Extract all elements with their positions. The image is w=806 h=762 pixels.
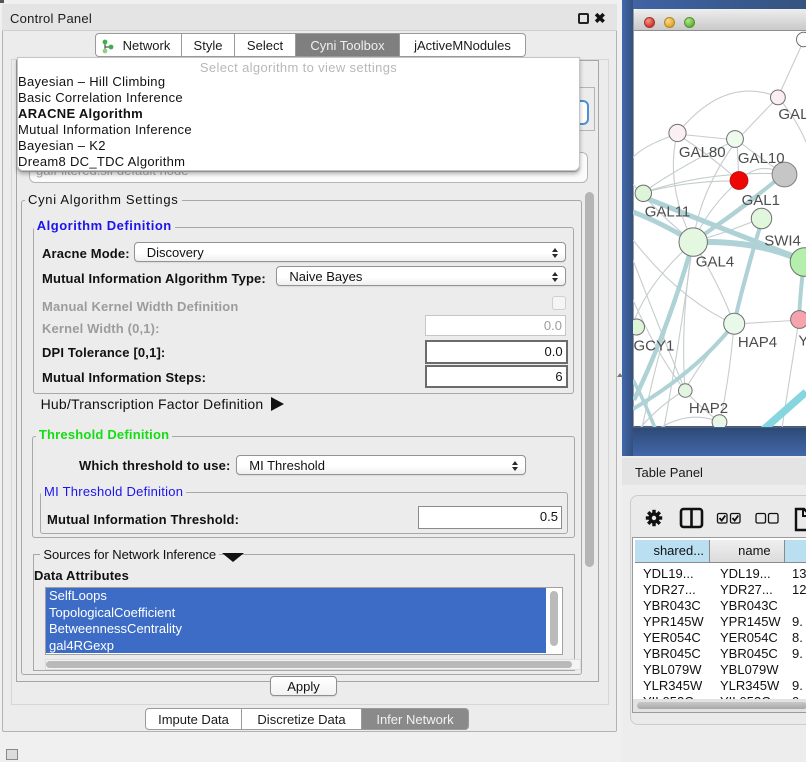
svg-text:GCY1: GCY1 — [634, 338, 675, 355]
svg-text:HAP4: HAP4 — [738, 334, 777, 351]
svg-text:HAP2: HAP2 — [689, 400, 728, 417]
svg-text:Y: Y — [798, 333, 806, 350]
svg-text:GAL1: GAL1 — [742, 192, 780, 209]
svg-text:GAL80: GAL80 — [679, 144, 726, 161]
svg-text:GAL11: GAL11 — [645, 204, 691, 221]
svg-text:SWI4: SWI4 — [764, 233, 801, 250]
svg-text:GAL: GAL — [778, 106, 806, 123]
svg-text:GAL4: GAL4 — [696, 254, 734, 271]
svg-text:GAL10: GAL10 — [738, 150, 785, 167]
